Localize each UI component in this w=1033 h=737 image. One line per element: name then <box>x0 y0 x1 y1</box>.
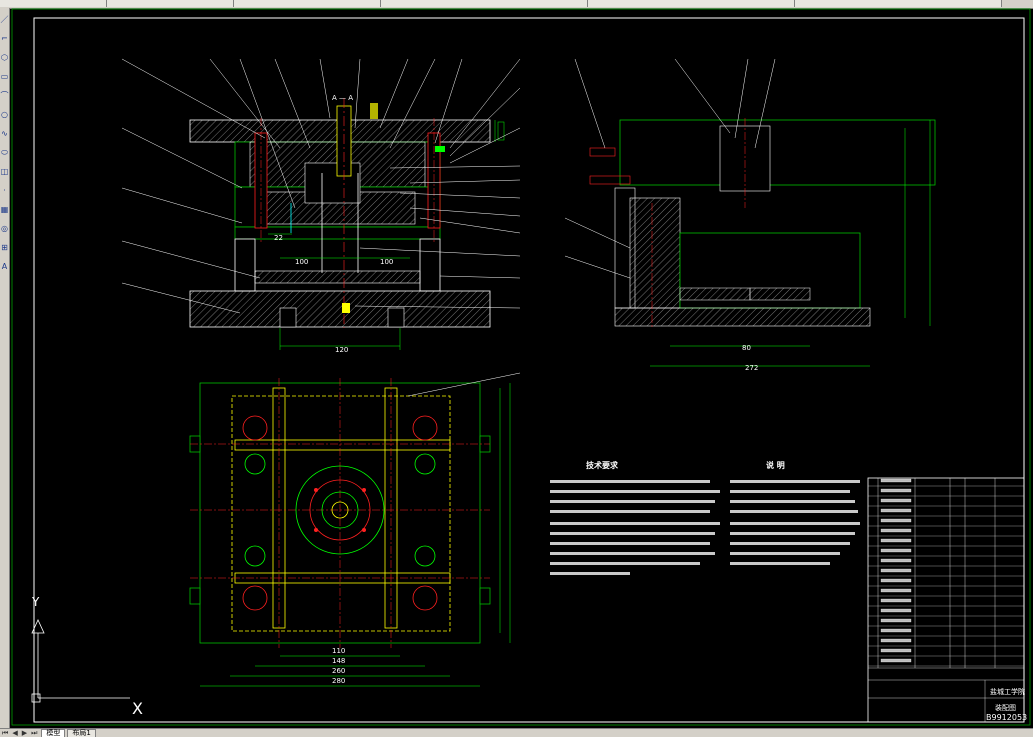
dim-110: 110 <box>332 647 345 655</box>
spline-tool-icon[interactable]: ∿ <box>1 128 9 141</box>
polygon-tool-icon[interactable]: ⬡ <box>1 52 9 65</box>
rectangle-tool-icon[interactable]: ▭ <box>1 71 9 84</box>
parts-list-entry <box>880 578 912 583</box>
parts-list-entry <box>880 598 912 603</box>
parts-list-entry <box>880 528 912 533</box>
menu-segment[interactable] <box>588 0 795 7</box>
menu-segment[interactable] <box>381 0 588 7</box>
menu-segment[interactable] <box>234 0 381 7</box>
draw-toolbar: ／ ⌐ ⬡ ▭ ⌒ ○ ∿ ⬭ ◫ · ▦ ◎ ⊞ A <box>0 8 10 728</box>
parts-list-entry <box>880 568 912 573</box>
polyline-tool-icon[interactable]: ⌐ <box>1 33 9 46</box>
drawing-name: 装配图 <box>995 703 1016 712</box>
parts-list-entry <box>880 548 912 553</box>
parts-list-entry <box>880 638 912 643</box>
arc-tool-icon[interactable]: ⌒ <box>1 90 9 103</box>
ucs-icon: Y X <box>31 595 143 718</box>
tech-heading: 技术要求 <box>586 460 619 470</box>
dim-120: 120 <box>335 346 348 354</box>
dim-100: 100 <box>295 258 308 266</box>
dim-280: 280 <box>332 677 345 685</box>
last-tab-icon[interactable]: ⏭ <box>29 729 39 737</box>
section-label: A — A <box>332 94 353 102</box>
dim-100b: 100 <box>380 258 393 266</box>
ellipse-tool-icon[interactable]: ⬭ <box>1 147 9 160</box>
region-tool-icon[interactable]: ◎ <box>1 223 9 236</box>
parts-list-entry <box>880 618 912 623</box>
dim-80: 80 <box>742 344 751 352</box>
dim-272: 272 <box>745 364 758 372</box>
ucs-y-label: Y <box>31 595 40 609</box>
parts-list-entry <box>880 658 912 663</box>
text-tool-icon[interactable]: A <box>1 261 9 274</box>
dim-22: 22 <box>274 234 283 242</box>
technical-notes: 技术要求 说 明 <box>550 460 860 575</box>
prev-tab-icon[interactable]: ◀ <box>10 729 19 737</box>
dim-148: 148 <box>332 657 345 665</box>
line-tool-icon[interactable]: ／ <box>1 14 9 27</box>
dim-260: 260 <box>332 667 345 675</box>
insert-block-icon[interactable]: ◫ <box>1 166 9 179</box>
drawing-number: B9912053 <box>986 713 1027 722</box>
parts-list-entry <box>880 608 912 613</box>
parts-list-entry <box>880 478 912 483</box>
parts-list-entry <box>880 498 912 503</box>
parts-list-entry <box>880 488 912 493</box>
parts-list-entry <box>880 628 912 633</box>
table-tool-icon[interactable]: ⊞ <box>1 242 9 255</box>
school-name: 盐城工学院 <box>990 687 1025 696</box>
menu-segment[interactable] <box>107 0 234 7</box>
plan-view: 110 148 260 280 <box>189 372 521 687</box>
parts-list-entry <box>880 648 912 653</box>
parts-list-entry <box>880 508 912 513</box>
side-view: 80 272 <box>564 58 936 372</box>
first-tab-icon[interactable]: ⏮ <box>0 729 10 737</box>
parts-list-entry <box>880 538 912 543</box>
parts-list-entry <box>880 558 912 563</box>
menu-segment[interactable] <box>795 0 1002 7</box>
menu-segment[interactable] <box>0 0 107 7</box>
parts-list-entry <box>880 588 912 593</box>
parts-list-entry <box>880 518 912 523</box>
ucs-x-label: X <box>132 699 143 718</box>
section-view: 22 100 100 120 A — A <box>121 58 521 354</box>
hatch-tool-icon[interactable]: ▦ <box>1 204 9 217</box>
title-block: 盐城工学院 装配图 B9912053 <box>867 477 1027 723</box>
notes-heading: 说 明 <box>766 460 785 470</box>
point-tool-icon[interactable]: · <box>1 185 9 198</box>
circle-tool-icon[interactable]: ○ <box>1 109 9 122</box>
next-tab-icon[interactable]: ▶ <box>20 729 29 737</box>
drawing-canvas[interactable]: 22 100 100 120 A — A 80 272 110 148 260 … <box>10 8 1033 728</box>
cad-drawing: 22 100 100 120 A — A 80 272 110 148 260 … <box>11 8 1031 726</box>
